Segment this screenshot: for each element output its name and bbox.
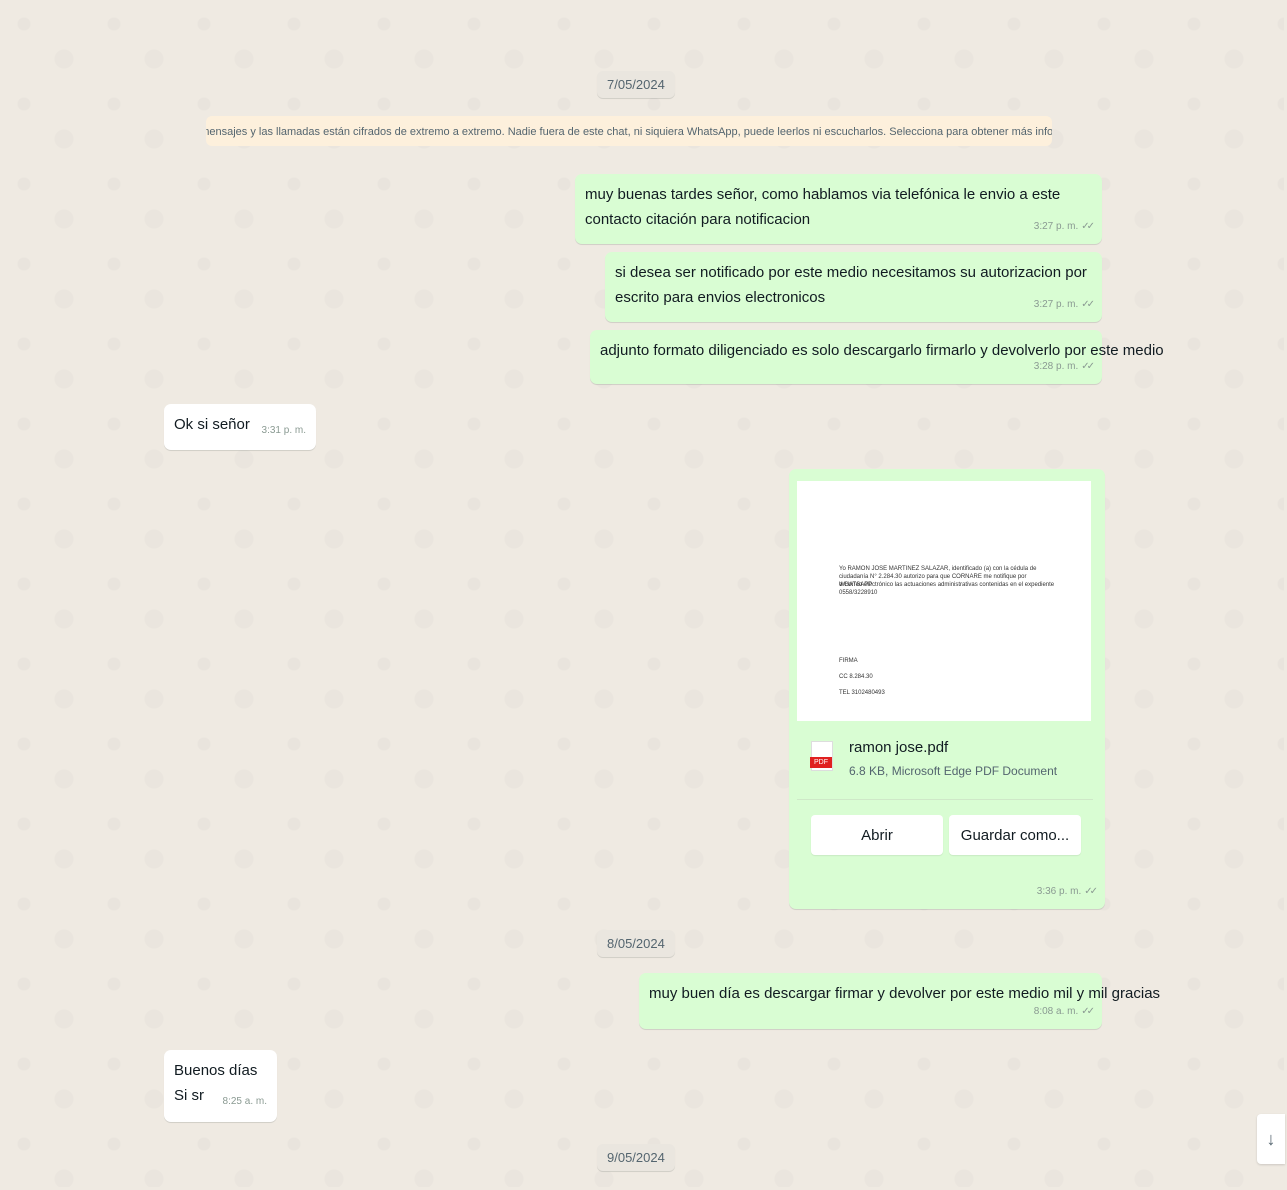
message-time: 3:27 p. m.: [1033, 221, 1079, 232]
message-text: si desea ser notificado por este medio n…: [615, 264, 1087, 306]
message-bubble-incoming[interactable]: Ok si señor 3:31 p. m.: [164, 404, 316, 450]
message-time: 3:36 p. m.: [1036, 886, 1082, 897]
message-meta: 8:25 a. m.: [223, 1089, 267, 1114]
message-text: muy buenas tardes señor, como hablamos v…: [585, 186, 1061, 228]
message-time: 3:27 p. m.: [1033, 299, 1079, 310]
message-text: adjunto formato diligenciado es solo des…: [600, 342, 1164, 359]
message-bubble-outgoing[interactable]: muy buen día es descargar firmar y devol…: [639, 973, 1161, 1029]
date-separator: 8/05/2024: [597, 930, 675, 957]
preview-text: o Correo electrónico las actuaciones adm…: [839, 582, 1055, 588]
message-text: Ok si señor: [174, 416, 250, 433]
preview-text: 0558/3228910: [839, 590, 878, 596]
message-meta: 3:27 p. m. ✓✓: [1033, 292, 1095, 317]
message-meta: 3:31 p. m.: [262, 418, 306, 443]
arrow-down-icon: ↓: [1266, 1128, 1276, 1149]
preview-text: TEL 3102480493: [839, 690, 885, 696]
message-time: 3:31 p. m.: [261, 425, 306, 436]
message-bubble-outgoing[interactable]: si desea ser notificado por este medio n…: [605, 252, 1102, 322]
double-check-icon: ✓✓: [1081, 1006, 1095, 1017]
message-bubble-outgoing[interactable]: adjunto formato diligenciado es solo des…: [590, 330, 1164, 384]
file-info-row[interactable]: PDF ramon jose.pdf 6.8 KB, Microsoft Edg…: [797, 725, 1093, 800]
message-time: 8:25 a. m.: [222, 1096, 267, 1107]
double-check-icon: ✓✓: [1084, 886, 1098, 897]
message-meta: 8:08 a. m. ✓✓: [1033, 999, 1095, 1024]
file-name: ramon jose.pdf: [849, 739, 949, 756]
message-text: muy buen día es descargar firmar y devol…: [649, 985, 1161, 1002]
date-separator: 9/05/2024: [597, 1144, 675, 1171]
file-info: 6.8 KB, Microsoft Edge PDF Document: [849, 764, 1058, 778]
pdf-tag: PDF: [810, 757, 832, 768]
preview-text: Yo RAMON JOSE MARTINEZ SALAZAR, identifi…: [839, 566, 1037, 572]
message-meta: 3:28 p. m. ✓✓: [1033, 354, 1095, 379]
message-meta: 3:36 p. m. ✓✓: [1036, 879, 1098, 904]
open-button[interactable]: Abrir: [811, 815, 943, 855]
message-time: 3:28 p. m.: [1033, 361, 1079, 372]
encryption-notice[interactable]: 🔒 Los mensajes y las llamadas están cifr…: [206, 116, 1052, 146]
document-message[interactable]: Yo RAMON JOSE MARTINEZ SALAZAR, identifi…: [789, 469, 1105, 909]
scroll-down-button[interactable]: ↓: [1257, 1114, 1285, 1164]
message-time: 8:08 a. m.: [1033, 1006, 1079, 1017]
preview-text: CC 8.284.30: [839, 674, 873, 680]
message-bubble-incoming[interactable]: Buenos días Si sr 8:25 a. m.: [164, 1050, 277, 1122]
message-meta: 3:27 p. m. ✓✓: [1033, 214, 1095, 239]
double-check-icon: ✓✓: [1081, 221, 1095, 232]
preview-text: FIRMA: [839, 658, 858, 664]
double-check-icon: ✓✓: [1081, 299, 1095, 310]
double-check-icon: ✓✓: [1081, 361, 1095, 372]
pdf-icon: PDF: [810, 741, 833, 771]
document-preview[interactable]: Yo RAMON JOSE MARTINEZ SALAZAR, identifi…: [797, 481, 1091, 721]
save-as-button[interactable]: Guardar como...: [949, 815, 1081, 855]
date-separator: 7/05/2024: [597, 71, 675, 98]
message-bubble-outgoing[interactable]: muy buenas tardes señor, como hablamos v…: [575, 174, 1102, 244]
